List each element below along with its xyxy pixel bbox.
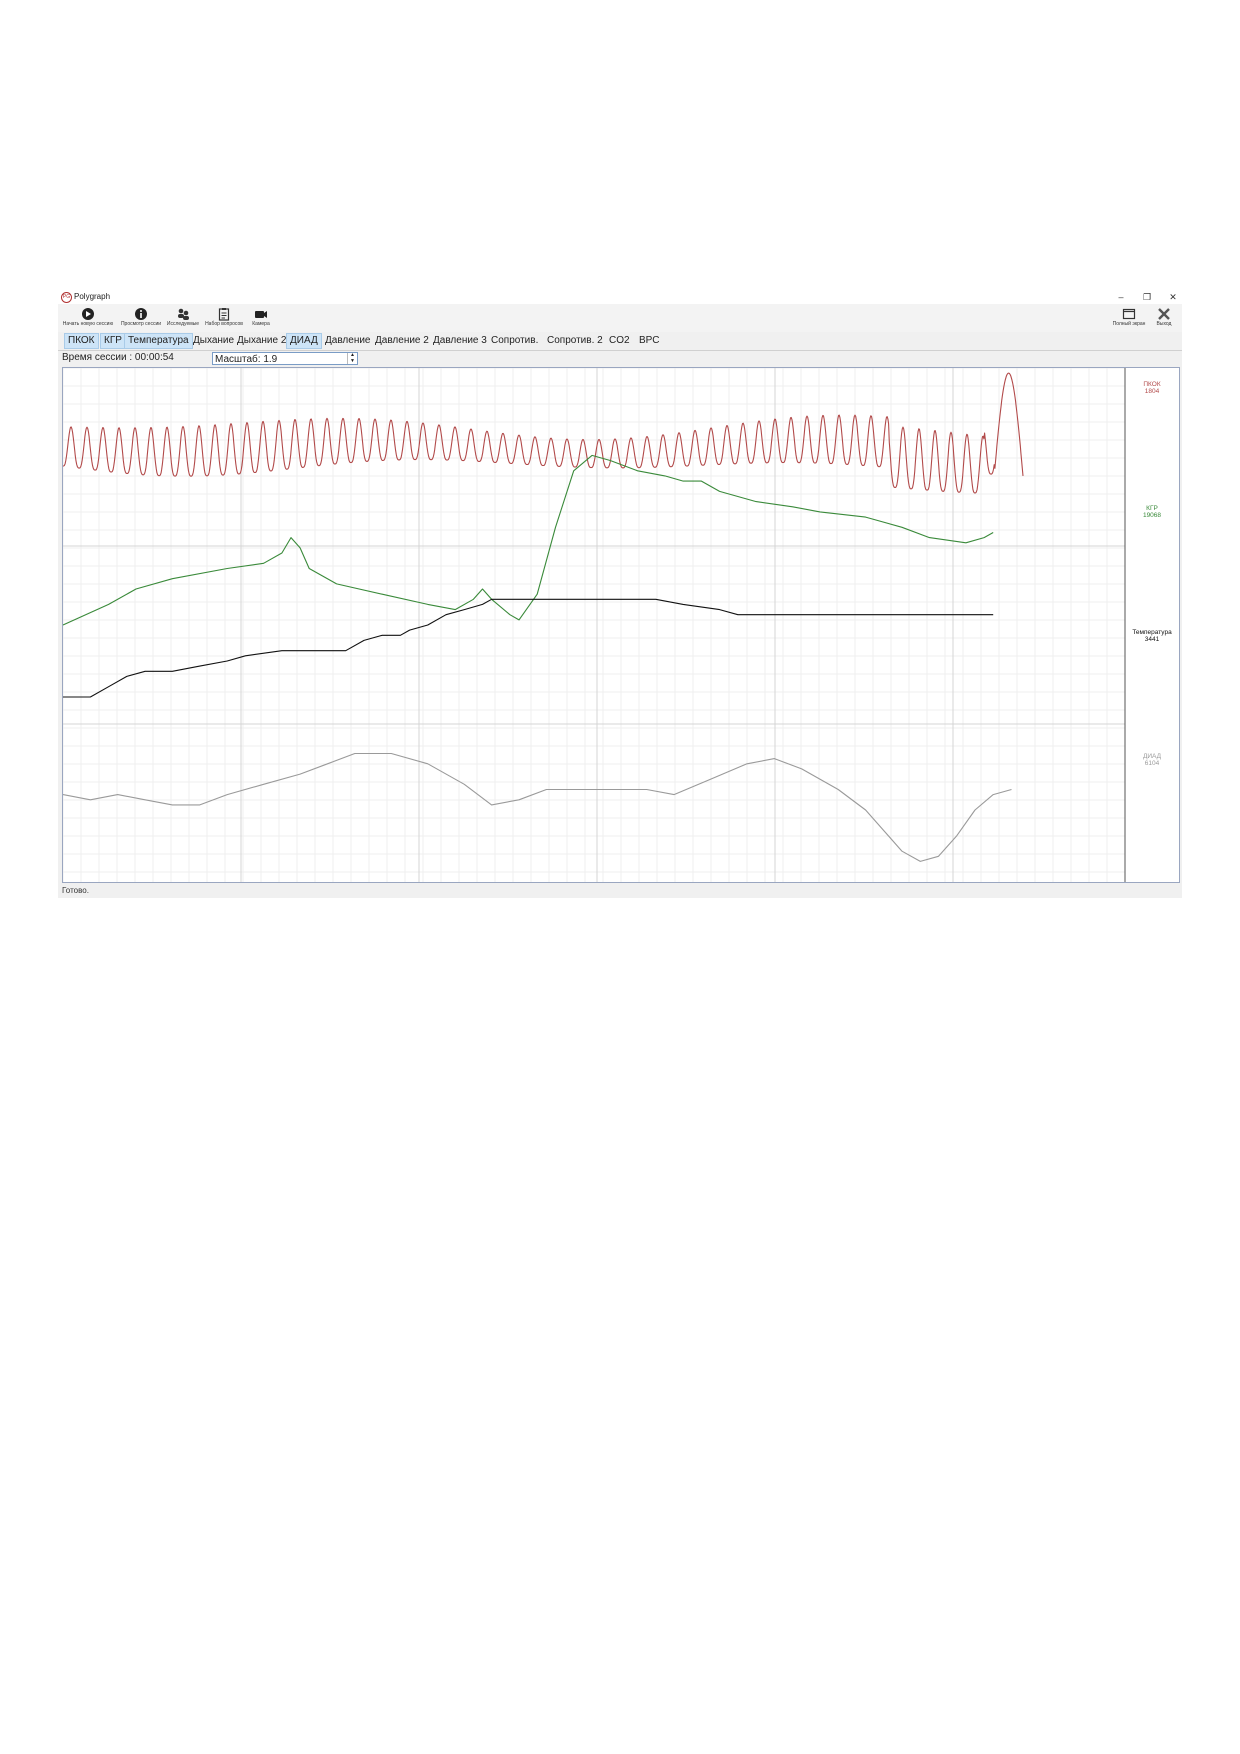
close-button[interactable]: ✕: [1163, 290, 1183, 304]
scale-value: Масштаб: 1.9: [215, 354, 278, 365]
toolbar: Начать новую сессию Просмотр сессии Иссл…: [58, 304, 1182, 333]
minimize-button[interactable]: –: [1111, 290, 1131, 304]
clipboard-icon: [218, 308, 230, 321]
tab-8[interactable]: Давление 3: [430, 334, 490, 348]
info-icon: [135, 308, 147, 320]
exit-icon: [1158, 308, 1170, 320]
exit-button[interactable]: Выход: [1150, 304, 1178, 332]
legend-name-0: ПКОК: [1143, 381, 1160, 388]
session-time: Время сессии : 00:00:54: [62, 352, 174, 363]
restore-button[interactable]: ❐: [1137, 290, 1157, 304]
tab-4[interactable]: Дыхание 2: [234, 334, 289, 348]
view-session-button[interactable]: Просмотр сессии: [118, 304, 164, 332]
tab-3[interactable]: Дыхание: [190, 334, 237, 348]
users-icon: [178, 308, 189, 320]
window-title: Polygraph: [74, 292, 111, 301]
scale-spinbox[interactable]: Масштаб: 1.9 ▲ ▼: [212, 352, 358, 365]
legend-panel: [1125, 368, 1179, 882]
tab-2[interactable]: Температура: [124, 333, 193, 349]
tab-7[interactable]: Давление 2: [372, 334, 432, 348]
polygraph-chart: ПКОК 1804 КГР 19068 Температура 3441 ДИАД 6104: [62, 367, 1180, 883]
play-icon: [82, 308, 94, 320]
tab-11[interactable]: CO2: [606, 334, 633, 348]
subjects-button[interactable]: Исследуемые: [164, 304, 202, 332]
title-bar: PG Polygraph – ❐ ✕: [58, 290, 1182, 304]
tab-12[interactable]: ВРС: [636, 334, 662, 348]
legend-name-2: Температура: [1132, 629, 1172, 636]
series-line-3: [62, 752, 1012, 862]
status-bar: Готово.: [62, 886, 89, 895]
legend-value-1: 19068: [1143, 512, 1161, 519]
series-line-2: [63, 598, 994, 698]
channel-tabs: ПКОК КГР Температура Дыхание Дыхание 2 ДИАД Да…: [58, 332, 1182, 351]
new-session-button[interactable]: Начать новую сессию: [58, 304, 118, 332]
fullscreen-icon: [1122, 308, 1136, 320]
legend-value-0: 1804: [1145, 388, 1160, 395]
chart-canvas: ПКОК1804 КГР19068 Температура3441 ДИАД6104: [62, 367, 1179, 882]
question-set-button[interactable]: Набор вопросов: [202, 304, 246, 332]
app-logo-icon: PG: [61, 292, 72, 303]
tab-10[interactable]: Сопротив. 2: [544, 334, 606, 348]
tab-6[interactable]: Давление: [322, 334, 373, 348]
tab-1[interactable]: КГР: [100, 333, 126, 349]
camera-icon: [255, 311, 267, 318]
legend-name-1: КГР: [1146, 505, 1158, 512]
tab-0[interactable]: ПКОК: [64, 333, 99, 349]
legend-value-3: 6104: [1145, 760, 1160, 767]
legend-name-3: ДИАД: [1143, 753, 1162, 760]
info-bar: Время сессии : 00:00:54 Масштаб: 1.9 ▲ ▼: [58, 350, 1182, 366]
polygraph-window: PG Polygraph – ❐ ✕ Начать новую сессию П…: [58, 290, 1182, 898]
spin-arrows-icon[interactable]: ▲ ▼: [347, 352, 357, 364]
legend-value-2: 3441: [1145, 636, 1160, 643]
tab-9[interactable]: Сопротив.: [488, 334, 541, 348]
tab-5[interactable]: ДИАД: [286, 333, 322, 349]
camera-button[interactable]: Камера: [246, 304, 276, 332]
fullscreen-button[interactable]: Полный экран: [1110, 304, 1148, 332]
